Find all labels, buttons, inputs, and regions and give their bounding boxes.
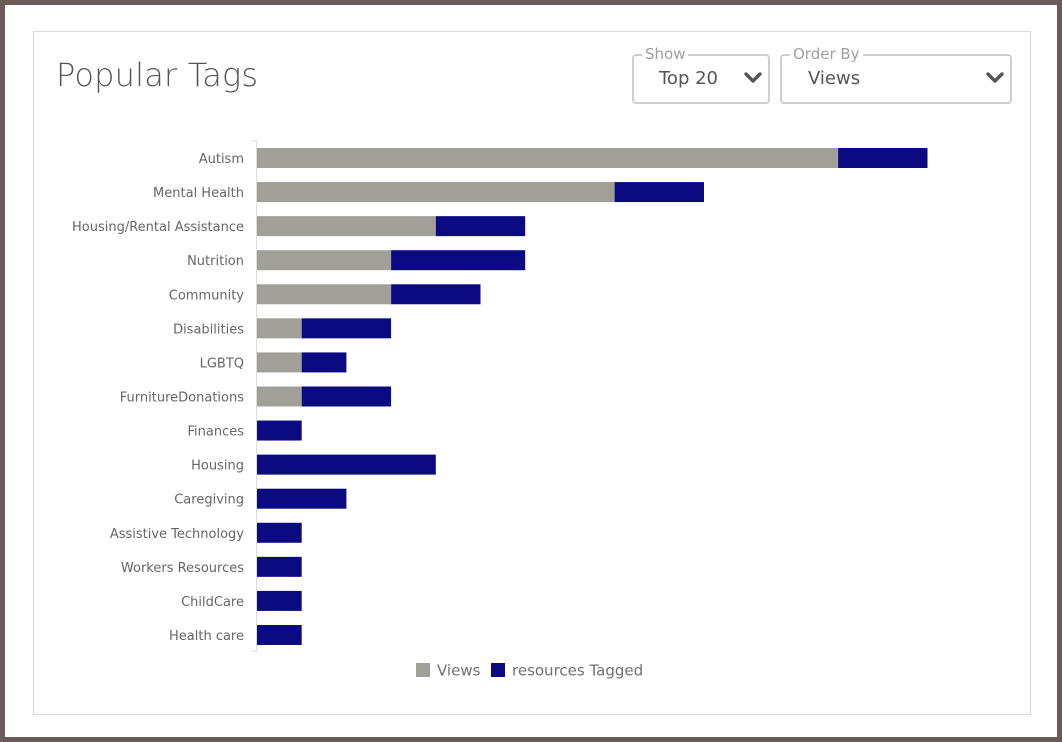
bar-views-housing-rental-assistance[interactable] bbox=[257, 216, 436, 237]
bar-resources-tagged-mental-health[interactable] bbox=[614, 182, 704, 203]
tick-label-caregiving: Caregiving bbox=[174, 493, 244, 508]
tick-label-housing-rental-assistance: Housing/Rental Assistance bbox=[72, 220, 244, 235]
bar-resources-tagged-nutrition[interactable] bbox=[391, 250, 526, 271]
bar-chart: Autism Mental Health Housing/Rental Assist… bbox=[72, 140, 928, 680]
bar-resources-tagged-furnituredonations[interactable] bbox=[301, 386, 392, 407]
tick-label-community: Community bbox=[169, 288, 245, 303]
bar-resources-tagged-finances[interactable] bbox=[257, 420, 302, 441]
bar-resources-tagged-housing-rental-assistance[interactable] bbox=[435, 216, 526, 237]
tick-label-childcare: ChildCare bbox=[181, 595, 244, 610]
legend-label-views: Views bbox=[437, 662, 481, 680]
legend-item-resources-tagged[interactable]: resources Tagged bbox=[491, 662, 643, 680]
bar-views-disabilities[interactable] bbox=[257, 318, 302, 339]
tick-label-disabilities: Disabilities bbox=[173, 322, 244, 337]
bar-resources-tagged-community[interactable] bbox=[391, 284, 481, 305]
bar-resources-tagged-assistive-technology[interactable] bbox=[257, 522, 302, 543]
legend-label-resources-tagged: resources Tagged bbox=[512, 662, 643, 680]
bar-resources-tagged-childcare[interactable] bbox=[257, 590, 302, 611]
legend-swatch-views bbox=[416, 663, 430, 677]
bar-views-community[interactable] bbox=[257, 284, 392, 305]
legend-swatch-resources-tagged bbox=[491, 663, 505, 677]
bar-resources-tagged-lgbtq[interactable] bbox=[301, 352, 347, 373]
bar-resources-tagged-caregiving[interactable] bbox=[257, 488, 347, 509]
tick-label-furnituredonations: FurnitureDonations bbox=[120, 390, 244, 405]
bar-views-nutrition[interactable] bbox=[257, 250, 392, 271]
tick-label-lgbtq: LGBTQ bbox=[200, 356, 244, 371]
bar-resources-tagged-housing[interactable] bbox=[257, 454, 436, 475]
popular-tags-chart: Autism Mental Health Housing/Rental Assist… bbox=[0, 0, 1062, 742]
tick-label-housing: Housing bbox=[191, 459, 244, 474]
bar-views-furnituredonations[interactable] bbox=[257, 386, 302, 407]
bar-views-lgbtq[interactable] bbox=[257, 352, 302, 373]
tick-label-health-care: Health care bbox=[169, 629, 244, 644]
bar-resources-tagged-autism[interactable] bbox=[838, 148, 928, 168]
tick-label-mental-health: Mental Health bbox=[153, 186, 244, 201]
bar-resources-tagged-health-care[interactable] bbox=[257, 624, 302, 645]
bar-views-autism[interactable] bbox=[257, 148, 839, 168]
tick-label-finances: Finances bbox=[187, 425, 244, 440]
tick-label-autism: Autism bbox=[199, 152, 244, 167]
tick-label-assistive-technology: Assistive Technology bbox=[110, 527, 244, 542]
legend-item-views[interactable]: Views bbox=[416, 662, 481, 680]
bar-resources-tagged-disabilities[interactable] bbox=[301, 318, 392, 339]
tick-label-nutrition: Nutrition bbox=[187, 254, 244, 269]
tick-label-workers-resources: Workers Resources bbox=[121, 561, 244, 576]
bar-views-mental-health[interactable] bbox=[257, 182, 615, 203]
bar-resources-tagged-workers-resources[interactable] bbox=[257, 556, 302, 577]
